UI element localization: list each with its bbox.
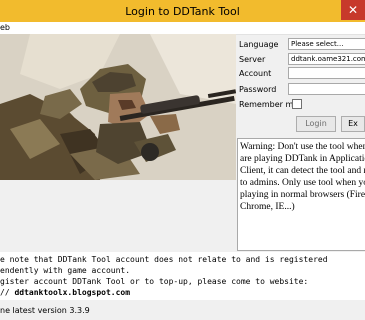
login-button[interactable]: Login [296, 116, 336, 132]
notice-line-3: gister account DDTank Tool or to top-up,… [0, 277, 309, 286]
soldier-banner-image [0, 34, 236, 180]
menu-item-web[interactable]: eb [0, 22, 10, 34]
notice-line-2: endently with game account. [0, 266, 131, 275]
window-title: Login to DDTank Tool [125, 5, 240, 18]
notice-line-4: // ddtanktoolx.blogspot.com [0, 288, 130, 297]
remember-me-label: Remember me [239, 100, 299, 109]
version-status: ne latest version 3.3.9 [0, 306, 90, 315]
language-label: Language [239, 40, 279, 49]
notice-url-prefix: // [0, 288, 15, 297]
server-select[interactable]: ddtank.oame321.com [288, 53, 365, 65]
remember-me-checkbox[interactable] [292, 99, 302, 109]
password-input[interactable] [288, 83, 365, 95]
server-label: Server [239, 55, 266, 64]
warning-textbox: Warning: Don't use the tool when you are… [237, 138, 365, 251]
status-bar: ne latest version 3.3.9 [0, 302, 365, 320]
password-label: Password [239, 85, 277, 94]
account-input[interactable] [288, 67, 365, 79]
warning-text: Warning: Don't use the tool when you are… [240, 142, 365, 212]
language-select[interactable]: Please select... [288, 38, 365, 50]
close-button[interactable]: ✕ [341, 0, 365, 20]
close-icon: ✕ [347, 3, 359, 17]
account-label: Account [239, 69, 272, 78]
notice-panel: e note that DDTank Tool account does not… [0, 252, 365, 300]
website-link[interactable]: ddtanktoolx.blogspot.com [14, 288, 130, 297]
notice-line-1: e note that DDTank Tool account does not… [0, 255, 328, 264]
title-bar: Login to DDTank Tool ✕ [0, 0, 365, 23]
exit-button[interactable]: Ex [341, 116, 365, 132]
